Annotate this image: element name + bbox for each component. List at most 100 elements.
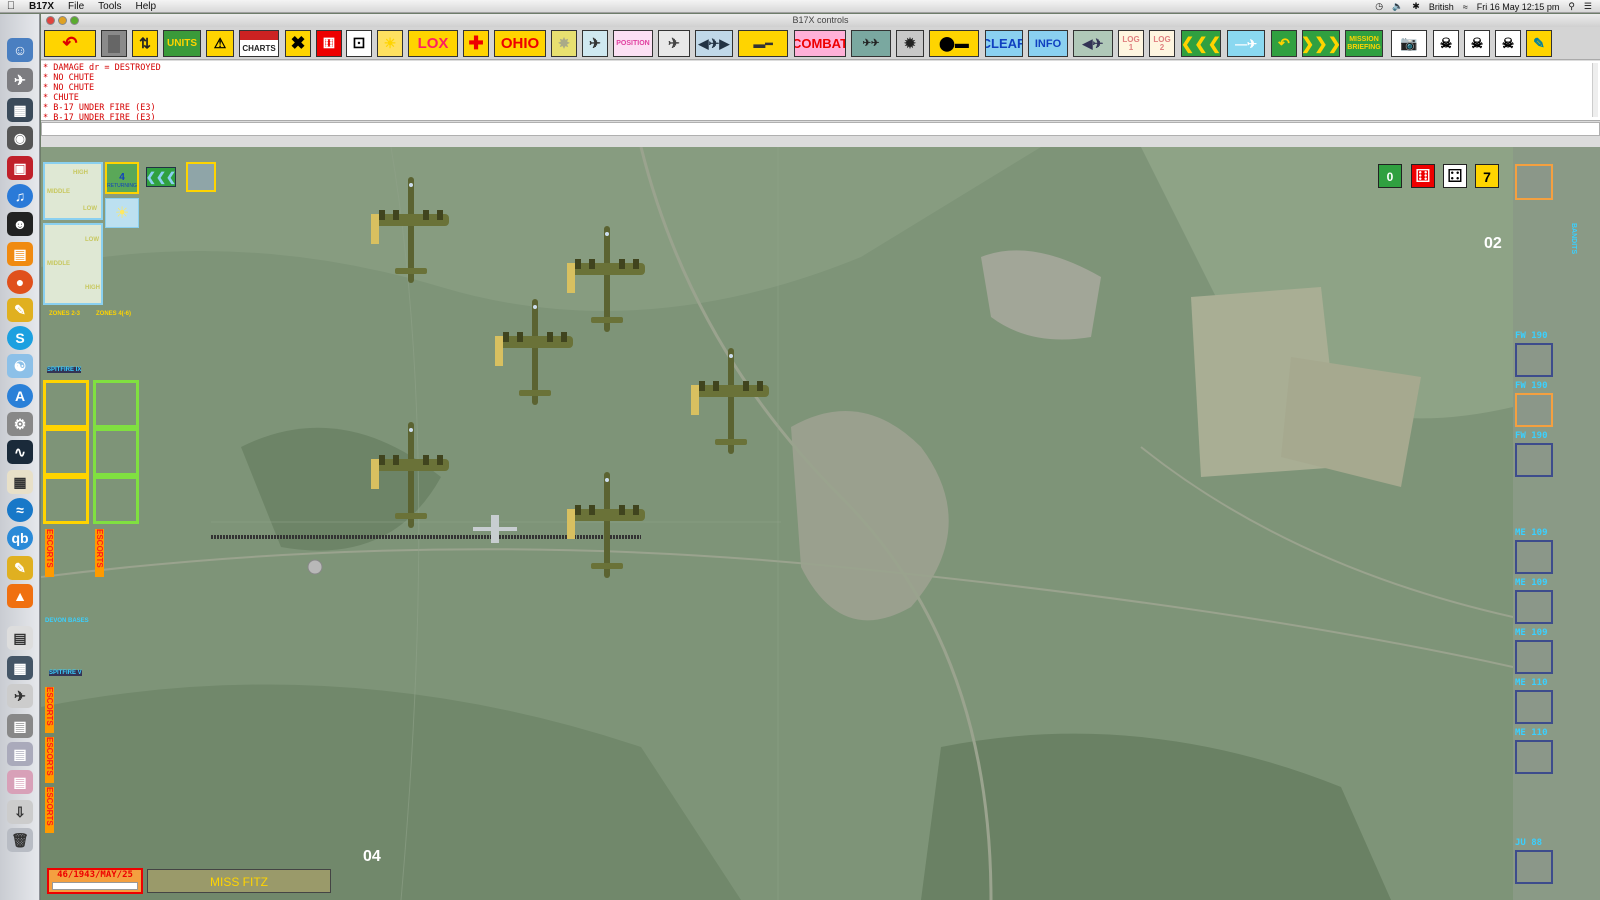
mission-briefing-button[interactable]: MISSION BRIEFING [1345, 30, 1383, 57]
bird-app-icon[interactable]: ≈ [7, 498, 33, 522]
downloads-icon[interactable]: ⇩ [7, 800, 33, 824]
fish-icon[interactable]: ☯ [7, 354, 33, 378]
warning-button[interactable]: ⚠ [206, 30, 234, 57]
sun-button[interactable]: ☀ [377, 30, 403, 57]
crew-two-button[interactable]: ☠ [1464, 30, 1490, 57]
bandit-slot[interactable] [1515, 640, 1553, 674]
stop-button[interactable] [101, 30, 127, 57]
escort-slot[interactable] [43, 476, 89, 524]
fast-forward-button[interactable]: ❯❯❯ [1302, 30, 1340, 57]
gun-button[interactable]: ▬━ [738, 30, 788, 57]
bandit-slot-top[interactable] [1515, 164, 1553, 200]
retreat-button[interactable]: ◀✈ [1073, 30, 1113, 57]
formation-button[interactable]: ✈✈ [851, 30, 891, 57]
qbittorrent-icon[interactable]: qb [7, 526, 33, 550]
pencil-tool-icon[interactable]: ✎ [7, 298, 33, 322]
escort-slot[interactable] [93, 428, 139, 476]
trash-icon[interactable]: 🗑 [7, 828, 33, 852]
bandit-slot[interactable] [1515, 540, 1553, 574]
log-2-button[interactable]: LOG 2 [1149, 30, 1175, 57]
command-input[interactable] [41, 122, 1600, 136]
locale-indicator[interactable]: British [1429, 2, 1454, 12]
apple-icon[interactable]:  [0, 0, 22, 12]
undo-button[interactable]: ↶ [44, 30, 96, 57]
menu-file[interactable]: File [61, 1, 91, 12]
bomb-button[interactable]: ⬤▬ [929, 30, 979, 57]
notification-center-icon[interactable]: ☰ [1584, 1, 1592, 12]
spotlight-icon[interactable]: ⚲ [1568, 1, 1575, 12]
return-button[interactable]: ↶ [1271, 30, 1297, 57]
camera-icon[interactable]: ◉ [7, 126, 33, 150]
skype-icon[interactable]: S [7, 326, 33, 350]
bandit-slot[interactable] [1515, 690, 1553, 724]
launchpad-icon[interactable]: ✈ [7, 68, 33, 92]
escort-slot[interactable] [43, 380, 89, 428]
menu-help[interactable]: Help [129, 1, 164, 12]
log-scrollbar[interactable] [1592, 63, 1598, 117]
close-window-button[interactable] [46, 16, 55, 25]
cancel-x-button[interactable]: ✖ [285, 30, 311, 57]
charts-button[interactable]: CHARTS [239, 30, 279, 57]
split-aircraft-button[interactable]: ◀✈▶ [695, 30, 733, 57]
aircraft-button[interactable]: ✈ [582, 30, 608, 57]
sort-button[interactable]: ⇅ [132, 30, 158, 57]
bandit-slot[interactable] [1515, 850, 1553, 884]
weather-sun-icon[interactable]: ☀ [105, 198, 139, 228]
pencil-tool-icon-2[interactable]: ✎ [7, 556, 33, 580]
volume-icon[interactable]: 🔈 [1392, 1, 1403, 12]
fighter-button[interactable]: ✈ [658, 30, 690, 57]
pdf-document-icon[interactable]: ▤ [7, 626, 33, 650]
bomber-name-plate[interactable]: MISS FITZ [147, 869, 331, 893]
b17-bomber[interactable] [371, 422, 449, 528]
finder-icon[interactable]: ☺ [7, 38, 33, 62]
camera-button[interactable]: 📷 [1391, 30, 1427, 57]
crew-one-button[interactable]: ☠ [1433, 30, 1459, 57]
bluetooth-icon[interactable]: ✱ [1412, 1, 1420, 12]
returning-counter[interactable]: 4 RETURNING [105, 162, 139, 194]
app-menu[interactable]: B17X [22, 1, 61, 12]
units-button[interactable]: UNITS [163, 30, 201, 57]
zoom-window-button[interactable] [70, 16, 79, 25]
b17-bomber[interactable] [691, 348, 769, 454]
info-button[interactable]: INFO [1028, 30, 1068, 57]
clear-button[interactable]: CLEAR [985, 30, 1023, 57]
game-map[interactable]: 02 04 HIGH MIDDLE LOW 4 RETURNING ☀ ❮❮❮ … [41, 147, 1513, 900]
time-machine-icon[interactable]: ◷ [1375, 1, 1383, 12]
position-button[interactable]: POSITION [613, 30, 653, 57]
escort-slot[interactable] [93, 380, 139, 428]
counter-seven[interactable]: 7 [1475, 164, 1499, 188]
counter-zero[interactable]: 0 [1378, 164, 1402, 188]
bandit-slot[interactable] [1515, 443, 1553, 477]
clock[interactable]: Fri 16 May 12:15 pm [1477, 2, 1560, 12]
target-photo[interactable] [186, 162, 216, 192]
dice-six-button[interactable]: ⚅ [316, 30, 342, 57]
dice-one-button[interactable]: ⚀ [346, 30, 372, 57]
b17-bomber[interactable] [371, 177, 449, 283]
escort-slot[interactable] [93, 476, 139, 524]
damage-button[interactable]: ✹ [896, 30, 924, 57]
ohio-button[interactable]: OHIO [494, 30, 546, 57]
system-preferences-icon[interactable]: ⚙ [7, 412, 33, 436]
rewind-map-button[interactable]: ❮❮❮ [146, 167, 176, 187]
photo-booth-icon[interactable]: ▣ [7, 156, 33, 180]
formation-chart-upper[interactable]: HIGH MIDDLE LOW [43, 162, 103, 220]
b17-bomber[interactable] [495, 299, 573, 405]
preview-icon[interactable]: ▦ [7, 470, 33, 494]
formation-chart-lower[interactable]: LOW MIDDLE HIGH [43, 223, 103, 305]
folder-icon[interactable]: ▤ [7, 742, 33, 766]
minimize-window-button[interactable] [58, 16, 67, 25]
menu-tools[interactable]: Tools [91, 1, 128, 12]
vlc-icon[interactable]: ▲ [7, 584, 33, 608]
firefox-icon[interactable]: ● [7, 270, 33, 294]
flight-path-button[interactable]: ―✈ [1227, 30, 1265, 57]
mission-date-field[interactable] [52, 882, 138, 890]
notes-icon[interactable]: ▤ [7, 770, 33, 794]
crew-three-button[interactable]: ☠ [1495, 30, 1521, 57]
red-die[interactable]: ⚅ [1411, 164, 1435, 188]
rewind-button[interactable]: ❮❮❮ [1181, 30, 1221, 57]
b17-bomber[interactable] [567, 226, 645, 332]
b17-bomber[interactable] [567, 472, 645, 578]
itunes-icon[interactable]: ♫ [7, 184, 33, 208]
flak-button[interactable]: ✸ [551, 30, 577, 57]
wifi-icon[interactable]: ≈ [1463, 2, 1468, 12]
